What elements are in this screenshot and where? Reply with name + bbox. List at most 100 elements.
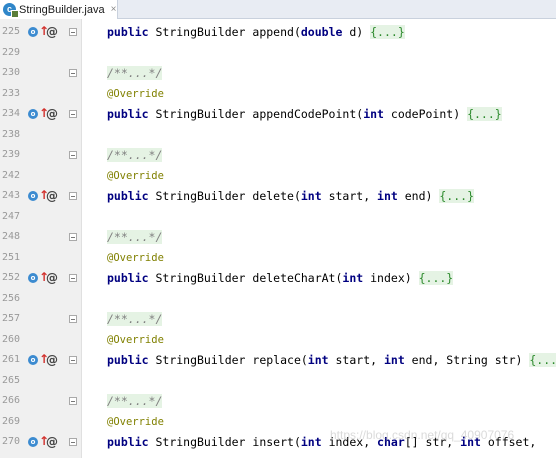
- code-text: StringBuilder delete(: [148, 189, 301, 203]
- line-number: 265: [2, 374, 21, 386]
- override-method-icon[interactable]: o: [28, 355, 38, 365]
- code-line: 238: [0, 125, 556, 146]
- close-icon[interactable]: ×: [111, 4, 117, 15]
- javadoc-comment: /**...*/: [107, 145, 163, 166]
- method-signature: public StringBuilder append(double d) {.…: [107, 22, 405, 43]
- code-line: 261 o ↑ @ public StringBuilder replace(int s…: [0, 350, 556, 371]
- folded-comment-placeholder[interactable]: /**...*/: [107, 66, 163, 80]
- folded-body-placeholder[interactable]: {...}: [439, 189, 474, 203]
- line-number: 261: [2, 354, 21, 365]
- method-signature: public StringBuilder appendCodePoint(int…: [107, 104, 502, 125]
- code-line: 265: [0, 371, 556, 392]
- line-number: 252: [2, 272, 21, 283]
- javadoc-comment: /**...*/: [107, 309, 163, 330]
- folded-body-placeholder[interactable]: {...}: [467, 107, 502, 121]
- fold-toggle-icon[interactable]: [69, 397, 77, 405]
- javadoc-comment: /**...*/: [107, 391, 163, 412]
- folded-body-placeholder[interactable]: {...}: [529, 353, 556, 367]
- override-method-icon[interactable]: o: [28, 27, 38, 37]
- method-signature: public StringBuilder delete(int start, i…: [107, 186, 474, 207]
- method-signature: public StringBuilder replace(int start, …: [107, 350, 556, 371]
- fold-toggle-icon[interactable]: [69, 28, 77, 36]
- folded-comment-placeholder[interactable]: /**...*/: [107, 394, 163, 408]
- override-method-icon[interactable]: o: [28, 109, 38, 119]
- line-number: 239: [2, 149, 21, 160]
- annotation-at-icon[interactable]: @: [46, 104, 58, 125]
- fold-toggle-icon[interactable]: [69, 356, 77, 364]
- watermark: https://blog.csdn.net/qq_40907076: [330, 428, 515, 442]
- folded-comment-placeholder[interactable]: /**...*/: [107, 230, 163, 244]
- fold-toggle-icon[interactable]: [69, 315, 77, 323]
- code-line: 252 o ↑ @ public StringBuilder deleteCharAt(…: [0, 268, 556, 289]
- fold-toggle-icon[interactable]: [69, 110, 77, 118]
- annotation-at-icon[interactable]: @: [46, 186, 58, 207]
- line-number: 251: [2, 251, 21, 263]
- code-text: StringBuilder insert(: [148, 435, 301, 449]
- fold-toggle-icon[interactable]: [69, 438, 77, 446]
- keyword: public: [107, 189, 149, 203]
- keyword: int: [307, 353, 329, 367]
- override-method-icon[interactable]: o: [28, 191, 38, 201]
- line-number: 230: [2, 67, 21, 78]
- override-method-icon[interactable]: o: [28, 273, 38, 283]
- line-number: 243: [2, 190, 21, 201]
- keyword: int: [383, 353, 405, 367]
- keyword: int: [342, 271, 364, 285]
- code-text: StringBuilder deleteCharAt(: [148, 271, 343, 285]
- method-signature: public StringBuilder deleteCharAt(int in…: [107, 268, 454, 289]
- fold-toggle-icon[interactable]: [69, 233, 77, 241]
- annotation-at-icon[interactable]: @: [46, 22, 58, 43]
- folded-body-placeholder[interactable]: {...}: [418, 271, 454, 285]
- keyword: public: [107, 435, 149, 449]
- code-text: StringBuilder append(: [148, 25, 301, 39]
- annotation-at-icon[interactable]: @: [46, 432, 58, 453]
- java-class-icon: c: [3, 3, 19, 18]
- code-text: start,: [328, 353, 384, 367]
- code-line: 233 @Override: [0, 84, 556, 105]
- fold-toggle-icon[interactable]: [69, 274, 77, 282]
- code-text: index): [363, 271, 419, 285]
- code-text: start,: [321, 189, 378, 203]
- annotation-at-icon[interactable]: @: [46, 268, 58, 289]
- code-line: 225 o ↑ @ public StringBuilder append(double…: [0, 22, 556, 43]
- line-number: 238: [2, 128, 21, 140]
- line-number: 269: [2, 415, 21, 427]
- code-line: 247: [0, 207, 556, 228]
- line-number: 270: [2, 436, 21, 447]
- keyword: public: [107, 25, 149, 39]
- folded-body-placeholder[interactable]: {...}: [370, 25, 405, 39]
- code-line: 243 o ↑ @ public StringBuilder delete(int st…: [0, 186, 556, 207]
- keyword: public: [107, 107, 149, 121]
- annotation-at-icon[interactable]: @: [46, 350, 58, 371]
- line-number: 233: [2, 87, 21, 99]
- code-line: 257 /**...*/: [0, 309, 556, 330]
- code-text: d): [342, 25, 371, 39]
- line-number: 247: [2, 210, 21, 222]
- code-line: 266 /**...*/: [0, 391, 556, 412]
- folded-comment-placeholder[interactable]: /**...*/: [107, 148, 163, 162]
- keyword: double: [300, 25, 343, 39]
- keyword: int: [300, 435, 322, 449]
- code-line: 248 /**...*/: [0, 227, 556, 248]
- line-number: 234: [2, 108, 21, 119]
- javadoc-comment: /**...*/: [107, 227, 163, 248]
- folded-comment-placeholder[interactable]: /**...*/: [107, 312, 163, 326]
- override-method-icon[interactable]: o: [28, 437, 38, 447]
- editor-tab-bar: c StringBuilder.java ×: [0, 0, 556, 19]
- fold-toggle-icon[interactable]: [69, 192, 77, 200]
- code-line: 256: [0, 289, 556, 310]
- code-line: 234 o ↑ @ public StringBuilder appendCodePoi…: [0, 104, 556, 125]
- override-annotation: @Override: [107, 251, 164, 264]
- code-text: StringBuilder appendCodePoint(: [148, 107, 364, 121]
- fold-toggle-icon[interactable]: [69, 69, 77, 77]
- code-line: 239 /**...*/: [0, 145, 556, 166]
- override-annotation: @Override: [107, 415, 164, 428]
- line-number: 257: [2, 313, 21, 324]
- line-number: 229: [2, 46, 21, 58]
- line-number: 260: [2, 333, 21, 345]
- tab-stringbuilder-java[interactable]: c StringBuilder.java ×: [0, 0, 118, 19]
- fold-toggle-icon[interactable]: [69, 151, 77, 159]
- override-annotation: @Override: [107, 169, 164, 182]
- code-line: 242 @Override: [0, 166, 556, 187]
- override-annotation: @Override: [107, 333, 164, 346]
